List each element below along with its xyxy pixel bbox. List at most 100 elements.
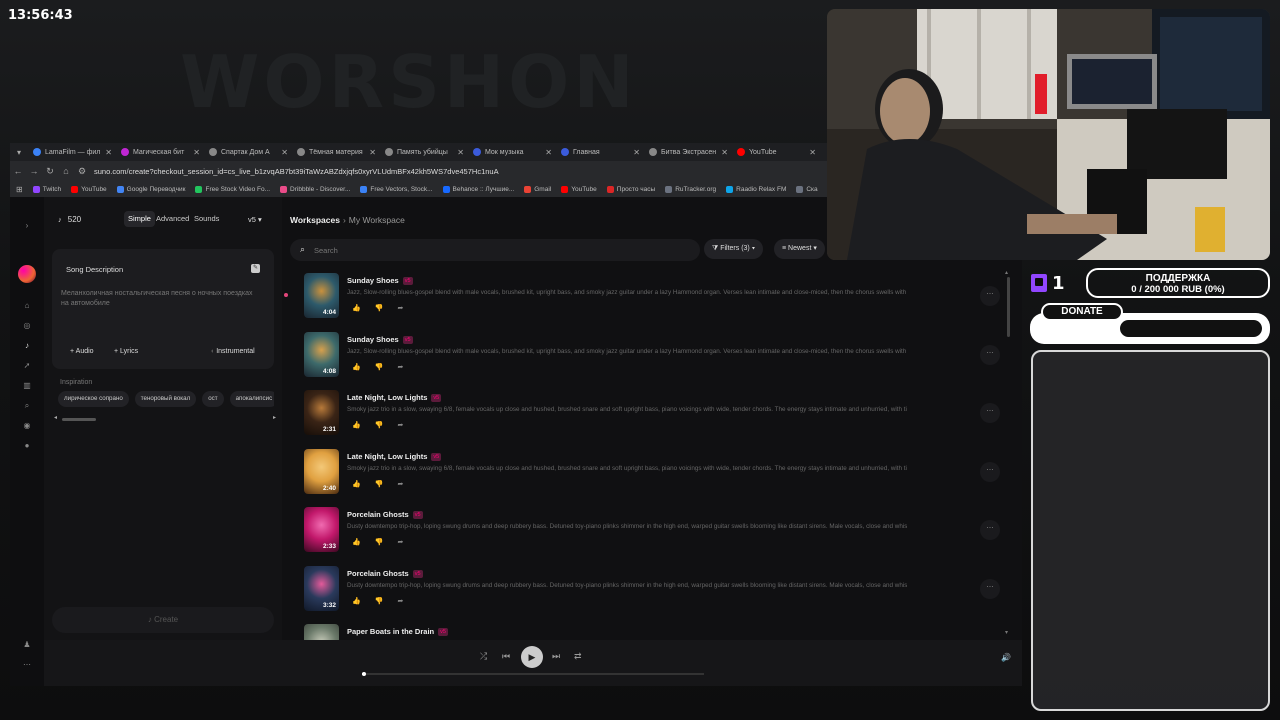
chips-scrollbar[interactable]: ◂ ▸ <box>54 415 276 421</box>
thumbs-down-icon[interactable]: 👎 <box>375 363 384 371</box>
create-icon[interactable]: ♪ <box>22 341 32 351</box>
inspiration-chip[interactable]: лирическое сопрано <box>58 391 129 407</box>
song-title[interactable]: Sunday Shoes v5 <box>347 276 413 286</box>
progress-knob[interactable] <box>362 672 366 676</box>
mode-simple[interactable]: Simple <box>124 211 155 227</box>
close-icon[interactable]: ✕ <box>545 148 552 157</box>
browser-tab[interactable]: Магическая бит ✕ <box>116 143 204 161</box>
suno-logo[interactable] <box>18 265 36 283</box>
thumbs-up-icon[interactable]: 👍 <box>352 304 361 312</box>
share-icon[interactable]: ➦ <box>397 480 403 488</box>
scroll-down-icon[interactable]: ▾ <box>1005 629 1008 636</box>
bookmark-item[interactable]: YouTube <box>561 185 597 193</box>
close-icon[interactable]: ✕ <box>281 148 288 157</box>
close-icon[interactable]: ✕ <box>633 148 640 157</box>
close-icon[interactable]: ✕ <box>369 148 376 157</box>
song-cover[interactable]: 3:32 <box>304 565 339 611</box>
studio-icon[interactable]: ➚ <box>22 361 32 371</box>
share-icon[interactable]: ➦ <box>397 421 403 429</box>
url-text[interactable]: suno.com/create?checkout_session_id=cs_l… <box>94 167 499 176</box>
explore-icon[interactable]: ◎ <box>22 321 32 331</box>
song-row[interactable]: 2:40 Late Night, Low Lights v5 Smoky jazz t… <box>290 448 1000 499</box>
home-icon[interactable]: ⌂ <box>22 301 32 311</box>
thumbs-down-icon[interactable]: 👎 <box>375 538 384 546</box>
breadcrumb-current[interactable]: My Workspace <box>349 215 405 225</box>
close-icon[interactable]: ✕ <box>457 148 464 157</box>
song-cover[interactable]: 2:40 <box>304 448 339 494</box>
library-icon[interactable]: ▥ <box>22 381 32 391</box>
next-icon[interactable]: ⏭ <box>552 651 560 662</box>
play-button[interactable]: ▶ <box>521 646 543 668</box>
close-icon[interactable]: ✕ <box>193 148 200 157</box>
bookmark-item[interactable]: RuTracker.org <box>665 185 716 193</box>
forward-icon[interactable]: → <box>26 166 42 176</box>
thumbs-down-icon[interactable]: 👎 <box>375 421 384 429</box>
bookmark-item[interactable]: Raadio Relax FM <box>726 185 786 193</box>
volume-icon[interactable]: 🔊 <box>1001 653 1011 662</box>
profile-icon[interactable]: ♟ <box>22 640 32 650</box>
bookmark-item[interactable]: Google Переводчик <box>116 185 185 193</box>
inspiration-chip[interactable]: теноровый вокал <box>134 391 197 407</box>
song-row[interactable]: 4:08 Sunday Shoes v5 Jazz, Slow-rolling blu… <box>290 331 1000 382</box>
more-options-button[interactable]: ⋯ <box>980 286 1000 306</box>
create-button[interactable]: ♪ Create <box>52 607 274 633</box>
search-input[interactable]: ⌕ Search <box>290 239 700 261</box>
song-cover[interactable]: 2:31 <box>304 390 339 435</box>
browser-tab[interactable]: Главная ✕ <box>556 143 644 161</box>
bookmark-item[interactable]: Просто часы <box>606 185 655 193</box>
audio-button[interactable]: + Audio <box>66 345 98 359</box>
site-info-icon[interactable]: ⚙ <box>74 166 90 177</box>
previous-icon[interactable]: ⏮ <box>502 651 510 662</box>
thumbs-down-icon[interactable]: 👎 <box>375 304 384 312</box>
scroll-left-icon[interactable]: ◂ <box>54 414 57 421</box>
notifications-icon[interactable]: ● <box>22 441 32 451</box>
mode-sounds[interactable]: Sounds <box>190 211 223 227</box>
search-icon[interactable]: ⌕ <box>22 401 32 411</box>
bookmark-item[interactable]: Gmail <box>524 185 551 193</box>
mode-advanced[interactable]: Advanced <box>152 211 193 227</box>
home-icon[interactable]: ⌂ <box>58 166 74 176</box>
shuffle-prompt-icon[interactable]: ✎ <box>251 264 260 273</box>
close-icon[interactable]: ✕ <box>721 148 728 157</box>
filters-button[interactable]: ⧩ Filters (3) ▾ <box>704 239 764 259</box>
inspiration-chip[interactable]: ост <box>202 391 224 407</box>
more-icon[interactable]: ⋯ <box>22 660 32 670</box>
inspiration-chip[interactable]: апокалипсис <box>229 391 274 407</box>
close-icon[interactable]: ✕ <box>105 148 112 157</box>
back-icon[interactable]: ← <box>10 166 26 176</box>
browser-tab[interactable]: Спартак Дом А ✕ <box>204 143 292 161</box>
song-cover[interactable]: 4:04 <box>304 273 339 318</box>
song-list-scrollbar[interactable] <box>1007 277 1010 337</box>
more-options-button[interactable]: ⋯ <box>980 344 1000 365</box>
scroll-right-icon[interactable]: ▸ <box>273 414 276 421</box>
song-title[interactable]: Late Night, Low Lights v5 <box>347 452 442 461</box>
browser-tab[interactable]: Битва Экстрасен ✕ <box>644 143 732 161</box>
more-options-button[interactable]: ⋯ <box>980 403 1000 423</box>
reload-icon[interactable]: ↻ <box>42 166 58 177</box>
song-row[interactable]: 2:33 Porcelain Ghosts v5 Dusty downtempo tr… <box>290 507 1000 557</box>
repeat-icon[interactable]: ⇄ <box>574 651 582 662</box>
more-options-button[interactable]: ⋯ <box>980 578 1000 599</box>
breadcrumb-root[interactable]: Workspaces <box>290 215 340 225</box>
sort-button[interactable]: ≡ Newest ▾ <box>774 239 825 259</box>
song-cover[interactable]: 2:33 <box>304 507 339 552</box>
thumbs-up-icon[interactable]: 👍 <box>352 363 361 371</box>
song-title[interactable]: Sunday Shoes v5 <box>347 335 413 344</box>
apps-icon[interactable]: ⊞ <box>16 185 23 194</box>
bookmark-item[interactable]: Free Stock Video Fo... <box>195 185 270 193</box>
bookmark-item[interactable]: Twitch <box>32 185 61 193</box>
bookmark-item[interactable]: Ска <box>796 185 818 193</box>
more-options-button[interactable]: ⋯ <box>980 520 1000 540</box>
thumbs-up-icon[interactable]: 👍 <box>352 421 361 429</box>
share-icon[interactable]: ➦ <box>397 597 403 605</box>
close-icon[interactable]: ✕ <box>809 148 816 157</box>
share-icon[interactable]: ➦ <box>397 538 403 546</box>
version-select[interactable]: v5 ▾ <box>248 215 262 224</box>
browser-tab[interactable]: LamaFilm — фил ✕ <box>28 143 116 161</box>
song-row[interactable]: 4:04 Sunday Shoes v5 Jazz, Slow-rolling blu… <box>284 273 1000 323</box>
scroll-thumb[interactable] <box>62 418 96 421</box>
bookmark-item[interactable]: Behance :: Лучшие... <box>442 185 514 193</box>
bookmark-item[interactable]: Free Vectors, Stock... <box>360 185 433 193</box>
browser-tab[interactable]: Тёмная материя ✕ <box>292 143 380 161</box>
lyrics-button[interactable]: + Lyrics <box>110 345 142 359</box>
